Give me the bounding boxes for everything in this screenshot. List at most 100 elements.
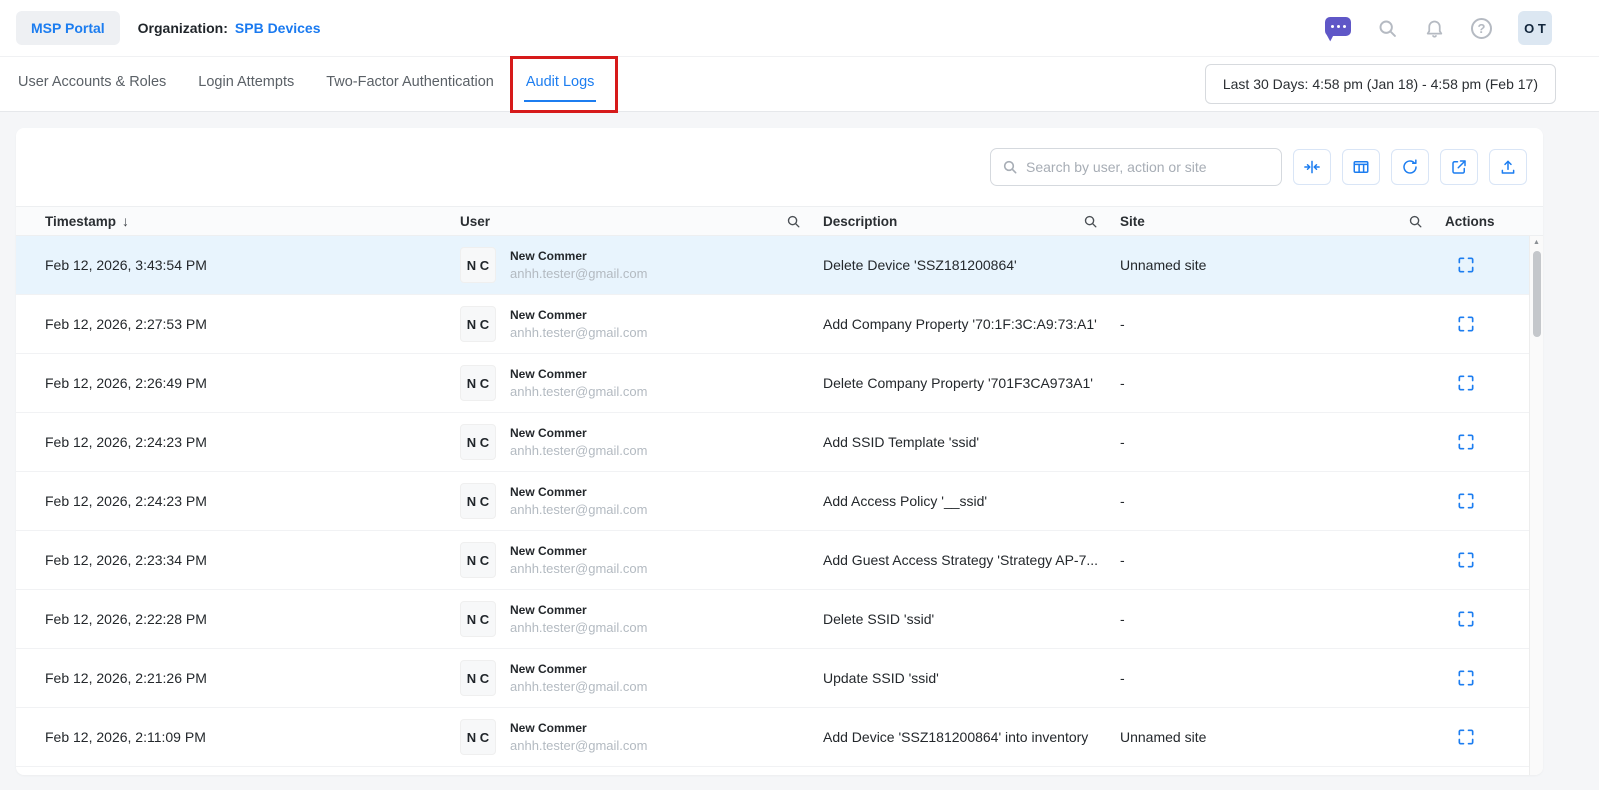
- tab-label: User Accounts & Roles: [18, 73, 167, 90]
- row-user-meta: New Commer anhh.tester@gmail.com: [510, 485, 647, 517]
- row-user-meta: New Commer anhh.tester@gmail.com: [510, 367, 647, 399]
- assistant-chat-icon[interactable]: [1321, 17, 1351, 42]
- table-row[interactable]: Feb 12, 2026, 2:22:28 PM N C New Commer …: [16, 590, 1543, 649]
- open-in-new-button[interactable]: [1440, 149, 1478, 185]
- expand-row-button[interactable]: [1453, 488, 1479, 514]
- table-row[interactable]: Feb 12, 2026, 2:11:09 PM N C New Commer …: [16, 708, 1543, 767]
- table-row[interactable]: Feb 12, 2026, 2:27:53 PM N C New Commer …: [16, 295, 1543, 354]
- row-user-avatar: N C: [460, 247, 496, 283]
- table-row[interactable]: Feb 12, 2026, 2:21:26 PM N C New Commer …: [16, 649, 1543, 708]
- row-description: Add Guest Access Strategy 'Strategy AP-7…: [823, 552, 1099, 568]
- organization-link[interactable]: SPB Devices: [235, 20, 321, 36]
- row-timestamp: Feb 12, 2026, 2:21:26 PM: [45, 670, 207, 686]
- row-timestamp: Feb 12, 2026, 2:22:28 PM: [45, 611, 207, 627]
- row-description: Add Company Property '70:1F:3C:A9:73:A1': [823, 316, 1097, 332]
- date-range-picker[interactable]: Last 30 Days: 4:58 pm (Jan 18) - 4:58 pm…: [1204, 64, 1556, 104]
- tab[interactable]: User Accounts & Roles: [16, 67, 168, 102]
- row-user-meta: New Commer anhh.tester@gmail.com: [510, 426, 647, 458]
- row-user: N C New Commer anhh.tester@gmail.com: [460, 542, 823, 578]
- column-header-timestamp[interactable]: Timestamp ↓: [45, 213, 460, 229]
- row-user-avatar: N C: [460, 660, 496, 696]
- row-user-avatar: N C: [460, 424, 496, 460]
- columns-settings-button[interactable]: [1342, 149, 1380, 185]
- column-header-actions: Actions: [1445, 214, 1529, 229]
- collapse-columns-button[interactable]: [1293, 149, 1331, 185]
- row-user-avatar: N C: [460, 365, 496, 401]
- row-user-email: anhh.tester@gmail.com: [510, 738, 648, 753]
- expand-row-button[interactable]: [1453, 724, 1479, 750]
- row-user-name: New Commer: [510, 544, 587, 558]
- expand-row-button[interactable]: [1453, 370, 1479, 396]
- tab[interactable]: Two-Factor Authentication: [324, 67, 496, 102]
- row-user-name: New Commer: [510, 603, 587, 617]
- user-column-search-icon[interactable]: [786, 214, 801, 229]
- row-actions: [1445, 724, 1529, 750]
- row-timestamp: Feb 12, 2026, 2:24:23 PM: [45, 434, 207, 450]
- row-user-meta: New Commer anhh.tester@gmail.com: [510, 662, 647, 694]
- expand-row-button[interactable]: [1453, 252, 1479, 278]
- row-user-meta: New Commer anhh.tester@gmail.com: [510, 721, 647, 753]
- description-header-label: Description: [823, 213, 898, 229]
- tab-label: Two-Factor Authentication: [326, 73, 494, 90]
- sort-descending-icon[interactable]: ↓: [122, 213, 129, 229]
- row-user-meta: New Commer anhh.tester@gmail.com: [510, 308, 647, 340]
- msp-portal-button[interactable]: MSP Portal: [16, 11, 120, 45]
- row-timestamp: Feb 12, 2026, 3:43:54 PM: [45, 257, 207, 273]
- row-timestamp: Feb 12, 2026, 2:24:23 PM: [45, 493, 207, 509]
- row-user-avatar: N C: [460, 542, 496, 578]
- user-avatar-button[interactable]: O T: [1518, 11, 1552, 45]
- table-toolbar: [16, 128, 1543, 206]
- scrollbar-up-arrow[interactable]: ▲: [1530, 236, 1543, 249]
- notifications-bell-icon[interactable]: [1424, 18, 1445, 39]
- row-timestamp: Feb 12, 2026, 2:26:49 PM: [45, 375, 207, 391]
- expand-row-button[interactable]: [1453, 429, 1479, 455]
- help-icon[interactable]: ?: [1471, 17, 1492, 39]
- row-user-name: New Commer: [510, 485, 587, 499]
- scrollbar-thumb[interactable]: [1533, 251, 1541, 337]
- vertical-scrollbar: ▲: [1529, 236, 1543, 775]
- tab[interactable]: Login Attempts: [196, 67, 296, 102]
- row-user-email: anhh.tester@gmail.com: [510, 679, 648, 694]
- row-user-meta: New Commer anhh.tester@gmail.com: [510, 249, 647, 281]
- export-button[interactable]: [1489, 149, 1527, 185]
- row-description: Update SSID 'ssid': [823, 670, 939, 686]
- row-user-email: anhh.tester@gmail.com: [510, 620, 648, 635]
- row-user-email: anhh.tester@gmail.com: [510, 325, 648, 340]
- table-search-input[interactable]: [1026, 159, 1270, 175]
- row-timestamp: Feb 12, 2026, 2:11:09 PM: [45, 729, 206, 745]
- site-header-label: Site: [1120, 213, 1145, 229]
- row-user: N C New Commer anhh.tester@gmail.com: [460, 424, 823, 460]
- row-site: -: [1120, 552, 1125, 568]
- refresh-button[interactable]: [1391, 149, 1429, 185]
- row-user-email: anhh.tester@gmail.com: [510, 502, 648, 517]
- table-row[interactable]: Feb 12, 2026, 2:24:23 PM N C New Commer …: [16, 472, 1543, 531]
- row-description: Add Device 'SSZ181200864' into inventory: [823, 729, 1089, 745]
- row-actions: [1445, 370, 1529, 396]
- row-actions: [1445, 606, 1529, 632]
- site-column-search-icon[interactable]: [1408, 214, 1423, 229]
- table-row[interactable]: Feb 12, 2026, 2:23:34 PM N C New Commer …: [16, 531, 1543, 590]
- description-column-search-icon[interactable]: [1083, 214, 1098, 229]
- row-user-name: New Commer: [510, 426, 587, 440]
- expand-row-button[interactable]: [1453, 311, 1479, 337]
- row-user: N C New Commer anhh.tester@gmail.com: [460, 247, 823, 283]
- table-body: Feb 12, 2026, 3:43:54 PM N C New Commer …: [16, 236, 1543, 767]
- row-site: Unnamed site: [1120, 257, 1207, 273]
- table-row[interactable]: Feb 12, 2026, 2:24:23 PM N C New Commer …: [16, 413, 1543, 472]
- row-user-email: anhh.tester@gmail.com: [510, 443, 648, 458]
- row-site: -: [1120, 316, 1125, 332]
- table-row[interactable]: Feb 12, 2026, 2:26:49 PM N C New Commer …: [16, 354, 1543, 413]
- row-description: Delete Company Property '701F3CA973A1': [823, 375, 1093, 391]
- expand-row-button[interactable]: [1453, 547, 1479, 573]
- global-search-icon[interactable]: [1377, 18, 1398, 39]
- expand-row-button[interactable]: [1453, 665, 1479, 691]
- row-actions: [1445, 488, 1529, 514]
- row-user-avatar: N C: [460, 601, 496, 637]
- tab[interactable]: Audit Logs: [509, 55, 618, 113]
- tab-label: Login Attempts: [198, 73, 295, 90]
- row-user: N C New Commer anhh.tester@gmail.com: [460, 483, 823, 519]
- table-row[interactable]: Feb 12, 2026, 3:43:54 PM N C New Commer …: [16, 236, 1543, 295]
- expand-row-button[interactable]: [1453, 606, 1479, 632]
- row-user-name: New Commer: [510, 249, 587, 263]
- row-site: Unnamed site: [1120, 729, 1207, 745]
